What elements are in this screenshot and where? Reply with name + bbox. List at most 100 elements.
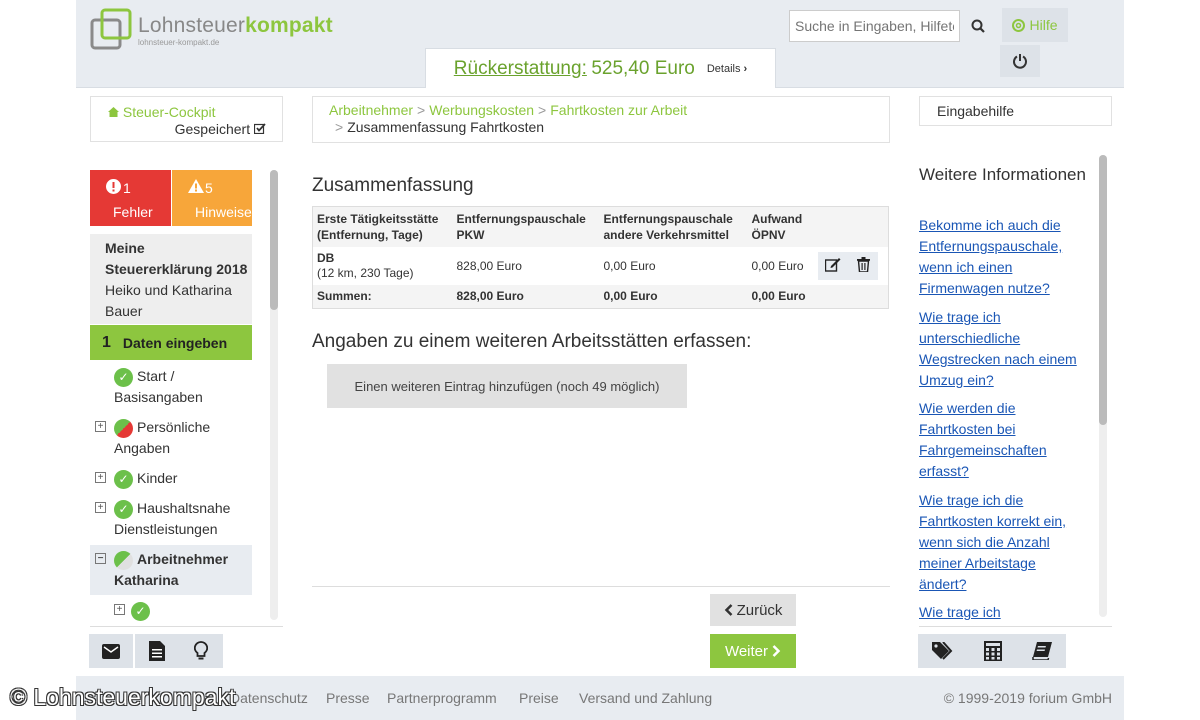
step-label: Daten eingeben bbox=[122, 334, 228, 351]
delete-button[interactable] bbox=[856, 256, 870, 276]
chevron-right-icon: › bbox=[743, 62, 748, 75]
nav-item-persoenliche-angaben[interactable]: + Persönliche Angaben bbox=[90, 417, 252, 461]
document-icon bbox=[149, 641, 165, 661]
help-label: Hilfe bbox=[1029, 17, 1058, 33]
column-header: Aufwand ÖPNV bbox=[747, 206, 814, 247]
cockpit-link[interactable]: Steuer-Cockpit bbox=[108, 104, 215, 120]
row-detail: (12 km, 230 Tage) bbox=[317, 266, 414, 280]
nav-item-haushaltsnahe[interactable]: + ✓ Haushaltsnahe Dienstleistungen bbox=[90, 498, 252, 542]
check-icon: ✓ bbox=[114, 470, 133, 489]
nav-item-sub[interactable]: + ✓ bbox=[90, 600, 252, 621]
footer-link-preise[interactable]: Preise bbox=[519, 690, 559, 706]
expand-icon[interactable]: + bbox=[114, 604, 125, 615]
envelope-icon bbox=[102, 643, 120, 659]
sum-oepnv: 0,00 Euro bbox=[747, 285, 814, 309]
check-icon: ✓ bbox=[131, 602, 150, 621]
row-name: DB bbox=[317, 251, 335, 265]
refund-banner: Rückerstattung: 525,40 Euro Details › bbox=[425, 48, 776, 88]
info-link[interactable]: Wie trage ich unterschiedliche Wegstreck… bbox=[919, 307, 1079, 391]
nav-item-arbeitnehmer[interactable]: − Arbeitnehmer Katharina bbox=[90, 549, 252, 593]
check-icon: ✓ bbox=[114, 368, 133, 387]
errors-box[interactable]: 1 Fehler bbox=[90, 170, 171, 226]
lightbulb-icon bbox=[194, 641, 208, 660]
documents-button[interactable] bbox=[135, 634, 179, 668]
back-button[interactable]: Zurück bbox=[710, 594, 796, 626]
eingabehilfe-tab[interactable]: Eingabehilfe bbox=[919, 96, 1112, 126]
breadcrumb: Arbeitnehmer > Werbungskosten > Fahrtkosten … bbox=[312, 96, 890, 143]
home-icon bbox=[108, 107, 119, 117]
logo-mark-icon bbox=[90, 8, 132, 50]
refund-link[interactable]: Rückerstattung: bbox=[454, 58, 587, 79]
row-oepnv: 0,00 Euro bbox=[751, 258, 804, 273]
footer-link-versand[interactable]: Versand und Zahlung bbox=[579, 690, 712, 706]
breadcrumb-fahrtkosten[interactable]: Fahrtkosten zur Arbeit bbox=[550, 102, 687, 118]
expand-icon[interactable]: + bbox=[95, 472, 106, 483]
watermark: © Lohnsteuerkompakt bbox=[10, 684, 236, 710]
help-button[interactable]: Hilfe bbox=[1002, 8, 1068, 42]
hints-box[interactable]: 5 Hinweise bbox=[172, 170, 252, 226]
footer-link-partnerprogramm[interactable]: Partnerprogramm bbox=[387, 690, 497, 706]
divider bbox=[919, 626, 1112, 627]
breadcrumb-werbungskosten[interactable]: Werbungskosten bbox=[429, 102, 534, 118]
refund-value: 525,40 Euro bbox=[591, 57, 695, 79]
info-link[interactable]: Bekomme ich auch die Entfernungspauschal… bbox=[919, 215, 1079, 299]
declaration-names: Heiko und Katharina Bauer bbox=[105, 282, 232, 319]
cockpit-box: Steuer-Cockpit Gespeichert bbox=[90, 96, 283, 142]
messages-button[interactable] bbox=[89, 634, 133, 668]
step-number: 1 bbox=[102, 333, 111, 351]
collapse-icon[interactable]: − bbox=[95, 553, 106, 564]
search-input[interactable] bbox=[789, 10, 960, 42]
chevron-right-icon bbox=[772, 645, 781, 657]
handbook-button[interactable] bbox=[1018, 634, 1066, 668]
warning-icon bbox=[188, 179, 204, 193]
add-entry-button[interactable]: Einen weiteren Eintrag hinzufügen (noch … bbox=[327, 364, 687, 408]
row-pkw: 828,00 Euro bbox=[456, 258, 522, 273]
copyright: © 1999-2019 forium GmbH bbox=[943, 690, 1112, 706]
tips-button[interactable] bbox=[179, 634, 223, 668]
calculator-icon bbox=[984, 641, 1002, 661]
table-sum-row: Summen: 828,00 Euro 0,00 Euro 0,00 Euro bbox=[312, 285, 889, 309]
divider bbox=[90, 626, 283, 627]
row-other: 0,00 Euro bbox=[603, 258, 656, 273]
help-circle-icon bbox=[1012, 18, 1026, 32]
info-link[interactable]: Wie trage ich die Fahrtkosten korrekt ei… bbox=[919, 490, 1079, 595]
nav-item-start[interactable]: ✓ Start / Basisangaben bbox=[90, 366, 252, 410]
step-daten-eingeben[interactable]: 1 Daten eingeben bbox=[90, 325, 252, 360]
expand-icon[interactable]: + bbox=[95, 421, 106, 432]
expand-icon[interactable]: + bbox=[95, 502, 106, 513]
sum-label: Summen: bbox=[312, 285, 453, 309]
calculator-button[interactable] bbox=[968, 634, 1018, 668]
errors-label: Fehler bbox=[113, 204, 153, 220]
chevron-left-icon bbox=[724, 604, 732, 616]
sum-other: 0,00 Euro bbox=[599, 285, 748, 309]
sum-pkw: 828,00 Euro bbox=[452, 285, 600, 309]
edit-icon bbox=[825, 257, 841, 272]
search-icon bbox=[971, 19, 985, 33]
trash-icon bbox=[856, 256, 870, 273]
partial-status-icon bbox=[114, 551, 133, 570]
alert-circle-icon bbox=[106, 179, 121, 194]
errors-count: 1 bbox=[123, 180, 131, 196]
table-header-row: Erste Tätigkeitsstätte (Entfernung, Tage)… bbox=[312, 206, 889, 247]
hints-label: Hinweise bbox=[195, 204, 252, 220]
logout-button[interactable] bbox=[1000, 45, 1040, 77]
next-button[interactable]: Weiter bbox=[710, 634, 796, 668]
edit-button[interactable] bbox=[825, 257, 841, 276]
nav-item-kinder[interactable]: + ✓ Kinder bbox=[90, 468, 252, 492]
right-scrollbar-thumb[interactable] bbox=[1099, 155, 1107, 425]
info-link[interactable]: Wie trage ich bbox=[919, 602, 1079, 624]
summary-table: Erste Tätigkeitsstätte (Entfernung, Tage)… bbox=[312, 206, 889, 309]
left-scrollbar-thumb[interactable] bbox=[270, 170, 278, 310]
details-link[interactable]: Details › bbox=[707, 63, 747, 75]
info-link[interactable]: Wie werden die Fahrtkosten bei Fahrgemei… bbox=[919, 398, 1079, 482]
tags-button[interactable] bbox=[918, 634, 968, 668]
more-info-title: Weitere Informationen bbox=[919, 165, 1086, 184]
column-header: Entfernungspauschale andere Verkehrsmitte… bbox=[599, 206, 748, 247]
breadcrumb-current: Zusammenfassung Fahrtkosten bbox=[347, 119, 545, 135]
tags-icon bbox=[932, 642, 953, 660]
logo-text: Lohnsteuerkompakt bbox=[138, 14, 333, 37]
footer-link-presse[interactable]: Presse bbox=[326, 690, 370, 706]
search-button[interactable] bbox=[961, 10, 995, 42]
footer-link-datenschutz[interactable]: Datenschutz bbox=[230, 690, 308, 706]
breadcrumb-arbeitnehmer[interactable]: Arbeitnehmer bbox=[329, 102, 413, 118]
